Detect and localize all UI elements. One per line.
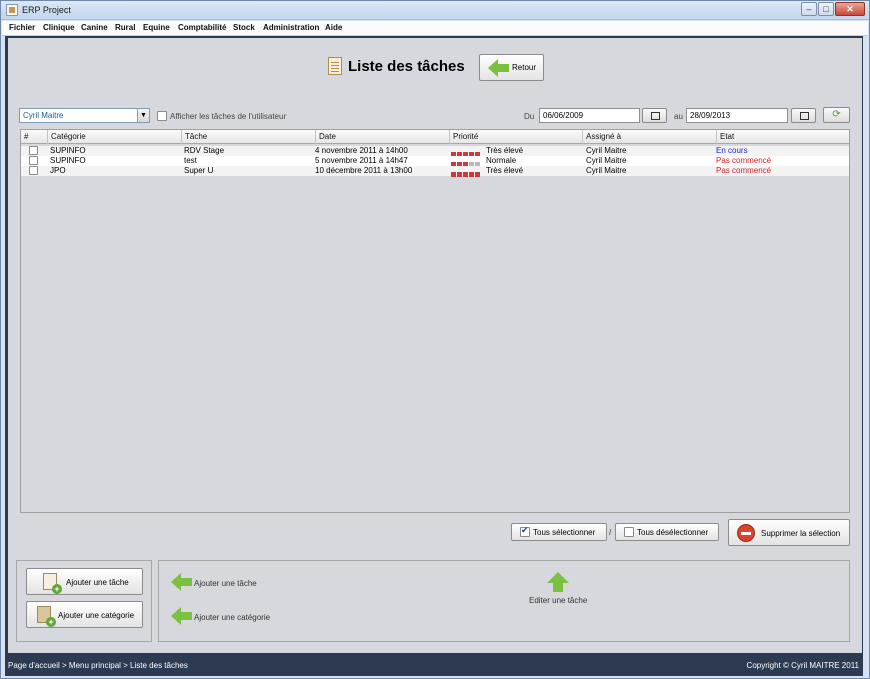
cell-etat: Pas commencé xyxy=(716,156,772,165)
cell-date: 10 décembre 2011 à 13h00 xyxy=(315,166,413,175)
status-bar: Page d'accueil > Menu principal > Liste … xyxy=(5,657,863,674)
from-calendar-icon[interactable] xyxy=(642,108,667,123)
user-select-value: Cyril Maitre xyxy=(23,111,64,120)
menu-bar: Fichier Clinique Canine Rural Equine Com… xyxy=(2,21,868,36)
to-date-value: 28/09/2013 xyxy=(690,111,731,120)
select-all-label: Tous sélectionner xyxy=(533,528,596,537)
select-all-checkbox xyxy=(520,525,530,537)
menu-aide[interactable]: Aide xyxy=(325,23,342,32)
help-panel xyxy=(158,560,850,642)
add-task-icon xyxy=(43,573,62,594)
to-date-field[interactable]: 28/09/2013 xyxy=(686,108,788,123)
deselect-all-label: Tous désélectionner xyxy=(637,528,709,537)
cell-date: 4 novembre 2011 à 14h00 xyxy=(315,146,408,155)
select-all-button[interactable]: Tous sélectionner xyxy=(511,523,607,541)
row-checkbox[interactable] xyxy=(29,156,38,165)
priority-segment xyxy=(463,172,468,177)
menu-rural[interactable]: Rural xyxy=(115,23,135,32)
priority-segment xyxy=(451,172,456,177)
cell-etat: Pas commencé xyxy=(716,166,772,175)
selection-separator: / xyxy=(609,528,612,537)
back-button-label: Retour xyxy=(512,63,537,72)
app-icon xyxy=(6,4,18,16)
help-add-category: Ajouter une catégorie xyxy=(194,613,271,622)
to-label: au xyxy=(674,112,683,121)
refresh-icon[interactable]: ⟳ xyxy=(823,107,850,123)
add-task-button[interactable]: Ajouter une tâche xyxy=(26,568,143,595)
menu-administration[interactable]: Administration xyxy=(263,23,319,32)
column-header-assigne[interactable]: Assigné à xyxy=(582,130,716,144)
from-label: Du xyxy=(524,112,535,121)
menu-fichier[interactable]: Fichier xyxy=(9,23,35,32)
menu-comptabilite[interactable]: Comptabilité xyxy=(178,23,226,32)
from-date-value: 06/06/2009 xyxy=(543,111,584,120)
cell-categorie: SUPINFO xyxy=(50,156,86,165)
cell-assigne: Cyril Maitre xyxy=(586,146,627,155)
cell-priorite: Très élevé xyxy=(486,146,524,155)
column-header-tache[interactable]: Tâche xyxy=(181,130,315,144)
menu-clinique[interactable]: Clinique xyxy=(43,23,75,32)
help-add-task: Ajouter une tâche xyxy=(194,579,257,588)
cell-categorie: JPO xyxy=(50,166,66,175)
table-row[interactable]: SUPINFO test 5 novembre 2011 à 14h47 Nor… xyxy=(21,156,849,167)
deselect-all-checkbox xyxy=(624,527,634,537)
priority-segment xyxy=(457,172,462,177)
from-date-field[interactable]: 06/06/2009 xyxy=(539,108,640,123)
menu-equine[interactable]: Equine xyxy=(143,23,170,32)
cell-etat: En cours xyxy=(716,146,748,155)
help-edit-task: Editer une tâche xyxy=(529,596,588,605)
cell-date: 5 novembre 2011 à 14h47 xyxy=(315,156,408,165)
row-checkbox[interactable] xyxy=(29,146,38,155)
delete-selection-label: Supprimer la sélection xyxy=(761,529,841,538)
window-title: ERP Project xyxy=(22,5,71,15)
column-header-index[interactable]: # xyxy=(21,130,47,144)
column-header-etat[interactable]: Etat xyxy=(716,130,849,144)
breadcrumb: Page d'accueil > Menu principal > Liste … xyxy=(8,661,188,670)
menu-canine[interactable]: Canine xyxy=(81,23,108,32)
add-category-label: Ajouter une catégorie xyxy=(58,611,135,620)
tasks-table: # Catégorie Tâche Date Priorité Assigné … xyxy=(20,129,850,513)
priority-bar xyxy=(451,158,481,167)
task-list-icon xyxy=(328,57,342,75)
table-header: # Catégorie Tâche Date Priorité Assigné … xyxy=(21,130,849,144)
table-row[interactable]: SUPINFO RDV Stage 4 novembre 2011 à 14h0… xyxy=(21,146,849,157)
show-user-tasks-label: Afficher les tâches de l'utilisateur xyxy=(170,112,287,121)
row-checkbox[interactable] xyxy=(29,166,38,175)
copyright: Copyright © Cyril MAITRE 2011 xyxy=(746,661,859,670)
column-header-date[interactable]: Date xyxy=(315,130,449,144)
show-user-tasks-checkbox[interactable] xyxy=(157,111,167,121)
deselect-all-button[interactable]: Tous désélectionner xyxy=(615,523,719,541)
cell-tache: test xyxy=(184,156,197,165)
column-header-categorie[interactable]: Catégorie xyxy=(47,130,181,144)
to-calendar-icon[interactable] xyxy=(791,108,816,123)
priority-segment xyxy=(475,172,480,177)
close-button[interactable]: ✕ xyxy=(835,2,865,16)
table-row[interactable]: JPO Super U 10 décembre 2011 à 13h00 Trè… xyxy=(21,166,849,177)
cell-assigne: Cyril Maitre xyxy=(586,166,627,175)
arrow-up-icon xyxy=(547,572,569,594)
cell-tache: Super U xyxy=(184,166,214,175)
cell-priorite: Normale xyxy=(486,156,517,165)
cell-assigne: Cyril Maitre xyxy=(586,156,627,165)
user-select[interactable]: Cyril Maitre ▼ xyxy=(19,108,150,123)
menu-stock[interactable]: Stock xyxy=(233,23,255,32)
add-category-button[interactable]: Ajouter une catégorie xyxy=(26,601,143,628)
add-category-icon xyxy=(37,606,56,627)
add-task-label: Ajouter une tâche xyxy=(66,578,129,587)
no-entry-icon xyxy=(737,524,755,542)
maximize-button[interactable]: □ xyxy=(818,2,834,16)
cell-tache: RDV Stage xyxy=(184,146,225,155)
cell-priorite: Très élevé xyxy=(486,166,524,175)
page-title: Liste des tâches xyxy=(348,58,465,75)
column-header-priorite[interactable]: Priorité xyxy=(449,130,582,144)
chevron-down-icon[interactable]: ▼ xyxy=(137,109,149,122)
priority-bar xyxy=(451,148,481,157)
priority-bar xyxy=(451,168,481,177)
cell-categorie: SUPINFO xyxy=(50,146,86,155)
delete-selection-button[interactable]: Supprimer la sélection xyxy=(728,519,850,546)
title-bar: ERP Project – □ ✕ xyxy=(1,1,869,20)
minimize-button[interactable]: – xyxy=(801,2,817,16)
back-button[interactable]: Retour xyxy=(479,54,544,81)
priority-segment xyxy=(469,172,474,177)
